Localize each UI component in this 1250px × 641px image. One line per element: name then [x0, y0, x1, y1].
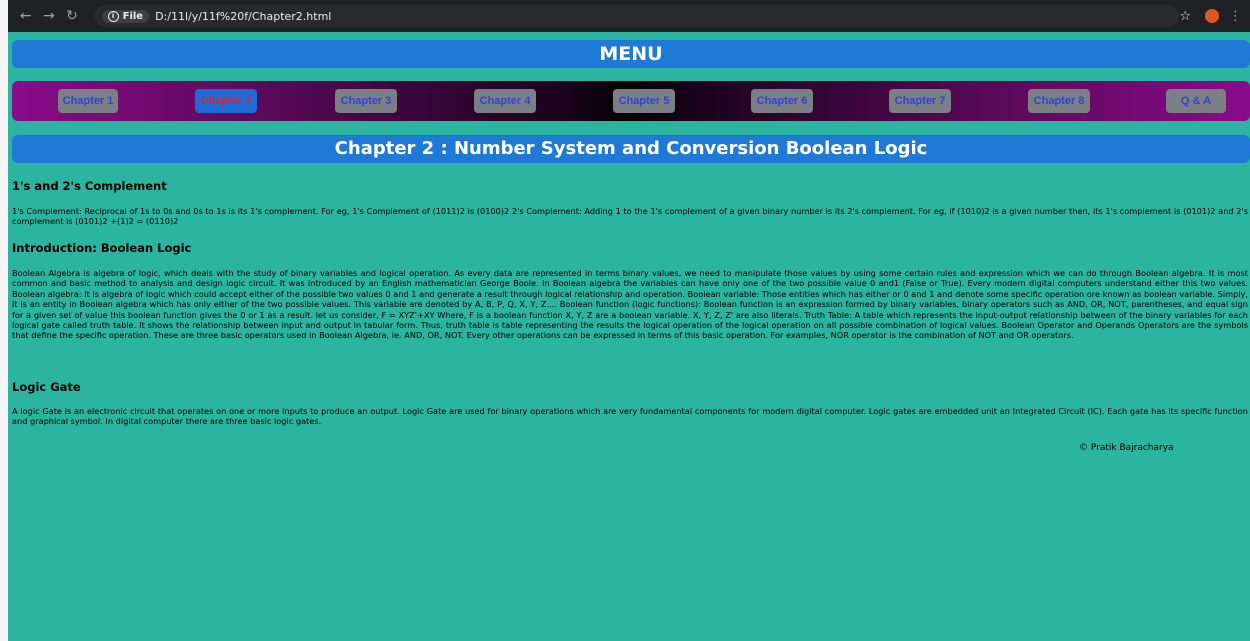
- site-info-chip[interactable]: i File: [101, 9, 150, 23]
- file-label: File: [122, 10, 144, 22]
- info-icon: i: [107, 10, 119, 22]
- reload-icon[interactable]: ↻: [62, 6, 81, 26]
- menu-header: MENU: [12, 40, 1250, 68]
- back-arrow-icon[interactable]: ←: [16, 6, 35, 26]
- qa-button[interactable]: Q & A: [1166, 89, 1226, 113]
- chapter-3-button[interactable]: Chapter 3: [335, 89, 397, 113]
- section-heading-logic-gate: Logic Gate: [12, 380, 81, 394]
- chapter-7-button[interactable]: Chapter 7: [889, 89, 951, 113]
- section-body-boolean-logic: Boolean Algebra is algebra of logic, whi…: [12, 268, 1248, 341]
- browser-window: ← → ↻ i File D:/11l/y/11f%20f/Chapter2.h…: [0, 0, 1250, 641]
- chapter-4-button[interactable]: Chapter 4: [474, 89, 536, 113]
- section-body-complement: 1's Complement: Reciprocal of 1s to 0s a…: [12, 206, 1248, 227]
- forward-arrow-icon[interactable]: →: [39, 6, 58, 26]
- browser-toolbar: ← → ↻ i File D:/11l/y/11f%20f/Chapter2.h…: [8, 0, 1250, 32]
- chapter-nav-bar: Chapter 1 Chapter 2 Chapter 3 Chapter 4 …: [12, 81, 1250, 121]
- chapter-8-button[interactable]: Chapter 8: [1028, 89, 1090, 113]
- more-menu-icon[interactable]: ⋮: [1229, 9, 1242, 24]
- chapter-1-button[interactable]: Chapter 1: [58, 89, 118, 113]
- profile-avatar[interactable]: [1205, 9, 1219, 23]
- copyright-footer: © Pratik Bajracharya: [1079, 443, 1174, 453]
- address-bar[interactable]: i File D:/11l/y/11f%20f/Chapter2.html: [93, 5, 1180, 27]
- page-title: Chapter 2 : Number System and Conversion…: [12, 135, 1250, 163]
- url-text[interactable]: D:/11l/y/11f%20f/Chapter2.html: [155, 10, 331, 23]
- bookmark-star-icon[interactable]: ☆: [1179, 9, 1191, 24]
- section-heading-boolean-logic: Introduction: Boolean Logic: [12, 241, 192, 255]
- chapter-5-button[interactable]: Chapter 5: [613, 89, 675, 113]
- section-heading-complement: 1's and 2's Complement: [12, 179, 167, 193]
- section-body-logic-gate: A logic Gate is an electronic circuit th…: [12, 406, 1248, 427]
- chapter-6-button[interactable]: Chapter 6: [751, 89, 813, 113]
- chapter-2-button[interactable]: Chapter 2: [195, 89, 257, 113]
